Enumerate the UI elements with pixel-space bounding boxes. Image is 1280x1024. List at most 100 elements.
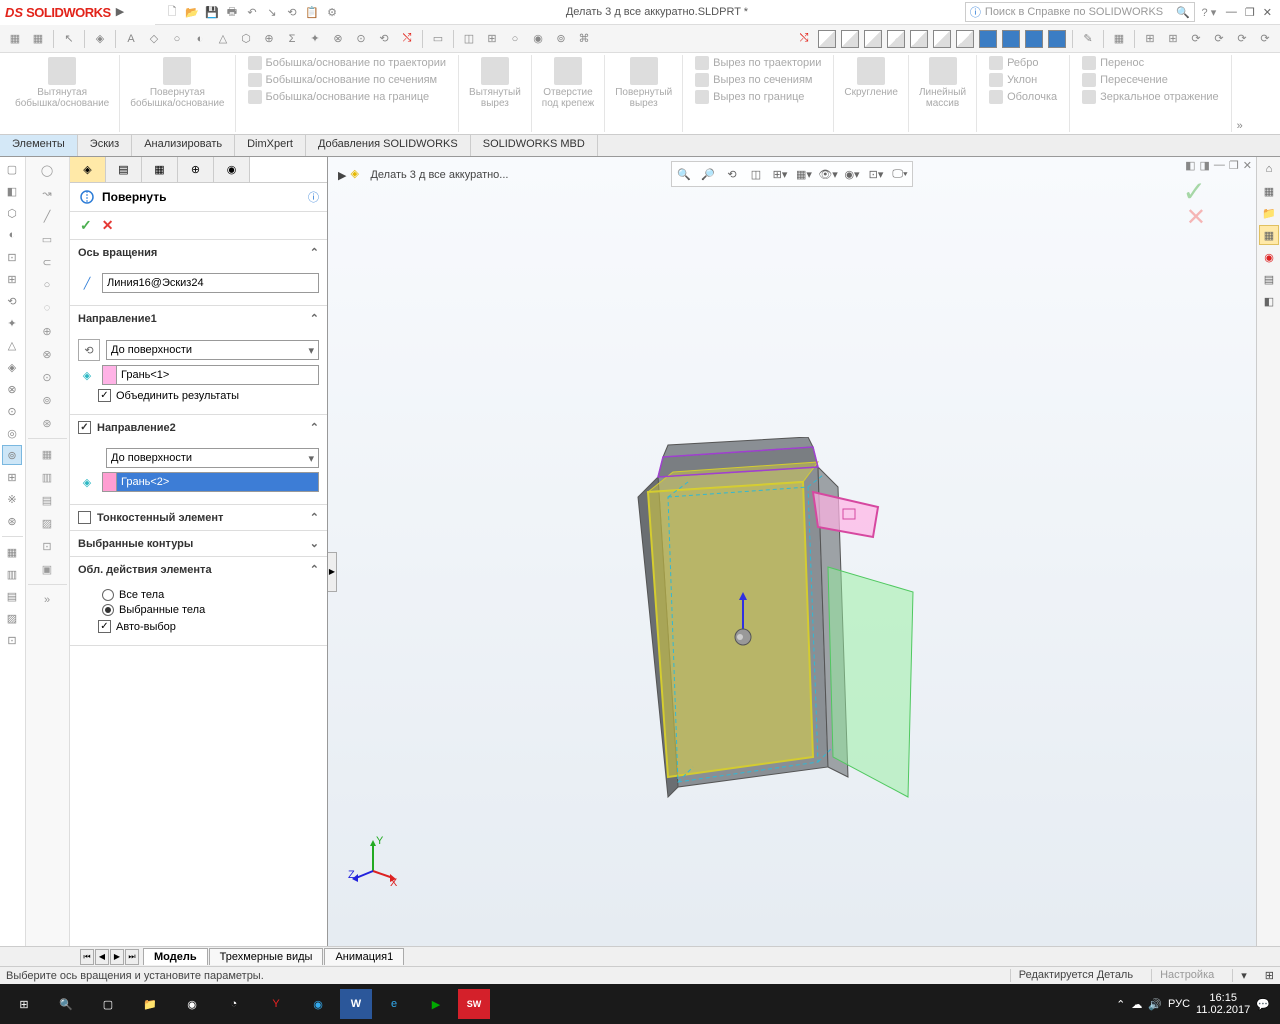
status-icon[interactable]: ⊞	[1265, 969, 1274, 982]
tb2-icon[interactable]: ⊙	[351, 29, 371, 49]
help-dropdown-icon[interactable]: ? ▾	[1200, 3, 1218, 21]
rr-icon[interactable]: 📁	[1259, 203, 1279, 223]
help-search[interactable]: ⓘ Поиск в Справке по SOLIDWORKS 🔍	[965, 2, 1195, 22]
3d-viewport[interactable]: ▶ ▶ ◈ Делать 3 д все аккуратно... 🔍 🔎 ⟲ …	[328, 157, 1256, 946]
tb2-icon[interactable]: △	[213, 29, 233, 49]
tb2-icon[interactable]: Σ	[282, 29, 302, 49]
view-cube-icon[interactable]	[1047, 29, 1067, 49]
new-icon[interactable]: 🗋	[163, 3, 181, 21]
tb2-icon[interactable]: ⊞	[482, 29, 502, 49]
lr-icon[interactable]: ▨	[2, 608, 22, 628]
tab-nav-first[interactable]: ⏮	[80, 949, 94, 965]
lr2-icon[interactable]: ▭	[28, 228, 66, 250]
lr2-icon[interactable]: ◯	[28, 159, 66, 181]
rr-icon[interactable]: ▤	[1259, 269, 1279, 289]
shell-button[interactable]: Оболочка	[985, 89, 1061, 105]
ribbon-more-button[interactable]: »	[1232, 120, 1248, 132]
tb2-icon[interactable]: ⟲	[374, 29, 394, 49]
loft-cut-button[interactable]: Вырез по сечениям	[691, 72, 825, 88]
tb2-icon[interactable]: ⟳	[1186, 29, 1206, 49]
settings-icon[interactable]: ⚙	[323, 3, 341, 21]
marker-icon[interactable]: ✎	[1078, 29, 1098, 49]
view-cube-icon[interactable]	[840, 29, 860, 49]
tab-animation[interactable]: Анимация1	[324, 948, 404, 965]
tab-sketch[interactable]: Эскиз	[78, 135, 132, 156]
mirror-button[interactable]: Зеркальное отражение	[1078, 89, 1223, 105]
tb2-icon[interactable]: ◐	[190, 29, 210, 49]
view-cube-icon[interactable]	[1001, 29, 1021, 49]
display-style-icon[interactable]: ▦▾	[794, 164, 814, 184]
rr-home-icon[interactable]: ⌂	[1259, 159, 1279, 179]
tray-volume-icon[interactable]: 🔊	[1148, 998, 1162, 1011]
hole-wizard-button[interactable]: Отверстиепод крепеж	[538, 55, 598, 111]
text-icon[interactable]: A	[121, 29, 141, 49]
lr2-icon[interactable]: ○	[28, 274, 66, 296]
rr-icon[interactable]: ◧	[1259, 291, 1279, 311]
axis-input[interactable]	[102, 273, 319, 293]
view-cube-icon[interactable]	[955, 29, 975, 49]
lr-icon[interactable]: ◧	[2, 181, 22, 201]
vp-max[interactable]: ❐	[1229, 159, 1239, 172]
save-icon[interactable]: 💾	[203, 3, 221, 21]
tb2-icon[interactable]: ⊗	[328, 29, 348, 49]
lr-icon[interactable]: ⊞	[2, 269, 22, 289]
pm-dir2-header[interactable]: ✓ Направление2⌃	[70, 415, 327, 440]
tab-3dviews[interactable]: Трехмерные виды	[209, 948, 324, 965]
restore-button[interactable]: ❐	[1245, 6, 1255, 19]
loft-boss-button[interactable]: Бобышка/основание по сечениям	[244, 72, 451, 88]
fillet-button[interactable]: Скругление	[840, 55, 902, 100]
view-cube-icon[interactable]	[886, 29, 906, 49]
tb2-icon[interactable]: ◈	[90, 29, 110, 49]
tb2-icon[interactable]: ⟳	[1209, 29, 1229, 49]
tb2-icon[interactable]: ▦	[28, 29, 48, 49]
minimize-button[interactable]: —	[1226, 6, 1237, 19]
start-button[interactable]: ⊞	[4, 986, 44, 1022]
lr-icon[interactable]: ⊡	[2, 630, 22, 650]
context-cancel-button[interactable]: ✕	[1186, 203, 1206, 232]
auto-select-checkbox[interactable]: ✓Авто-выбор	[78, 620, 319, 633]
menu-flyout-icon[interactable]: ▶	[116, 5, 131, 20]
appearance-icon[interactable]: ◉▾	[842, 164, 862, 184]
pm-ok-button[interactable]: ✓	[80, 217, 92, 234]
rebuild-icon[interactable]: ⟲	[283, 3, 301, 21]
pm-tab[interactable]: ▤	[106, 157, 142, 182]
tb2-icon[interactable]: ▦	[1109, 29, 1129, 49]
search-button[interactable]: 🔍	[46, 986, 86, 1022]
lr-icon[interactable]: ▥	[2, 564, 22, 584]
options-icon[interactable]: 📋	[303, 3, 321, 21]
tb2-icon[interactable]: ⌘	[574, 29, 594, 49]
lr-icon[interactable]: ▤	[2, 586, 22, 606]
close-button[interactable]: ✕	[1263, 6, 1272, 19]
tab-model[interactable]: Модель	[143, 948, 208, 965]
lr2-icon[interactable]: ⊗	[28, 343, 66, 365]
steam-icon[interactable]: ◔	[214, 986, 254, 1022]
vp-btn[interactable]: ◨	[1200, 159, 1210, 172]
tb2-icon[interactable]: ⟳	[1232, 29, 1252, 49]
tab-dimxpert[interactable]: DimXpert	[235, 135, 306, 156]
lr-icon[interactable]: ◎	[2, 423, 22, 443]
draft-button[interactable]: Уклон	[985, 72, 1061, 88]
chrome-icon[interactable]: ◉	[172, 986, 212, 1022]
tb2-icon[interactable]: ⊕	[259, 29, 279, 49]
intersect-button[interactable]: Пересечение	[1078, 72, 1223, 88]
tab-mbd[interactable]: SOLIDWORKS MBD	[471, 135, 598, 156]
yandex-icon[interactable]: Y	[256, 986, 296, 1022]
dir1-face-box[interactable]: Грань<1>	[102, 365, 319, 385]
print-icon[interactable]: 🖶	[223, 3, 241, 21]
lr2-icon[interactable]: ▥	[28, 466, 66, 488]
tb2-icon[interactable]: ○	[167, 29, 187, 49]
rib-button[interactable]: Ребро	[985, 55, 1061, 71]
pm-scope-header[interactable]: Обл. действия элемента⌃	[70, 557, 327, 582]
tab-features[interactable]: Элементы	[0, 135, 78, 156]
extrude-boss-button[interactable]: Вытянутаябобышка/основание	[11, 55, 113, 111]
select-icon[interactable]: ↘	[263, 3, 281, 21]
view-cube-icon[interactable]	[817, 29, 837, 49]
vp-min[interactable]: —	[1214, 159, 1225, 172]
tb2-icon[interactable]: ⊞	[1140, 29, 1160, 49]
lr-icon[interactable]: ⊗	[2, 379, 22, 399]
lr-icon[interactable]: ⊙	[2, 401, 22, 421]
lr2-icon[interactable]: ▨	[28, 512, 66, 534]
lr2-icon[interactable]: ╱	[28, 205, 66, 227]
view-cube-icon[interactable]	[1024, 29, 1044, 49]
pm-axis-header[interactable]: Ось вращения⌃	[70, 240, 327, 265]
